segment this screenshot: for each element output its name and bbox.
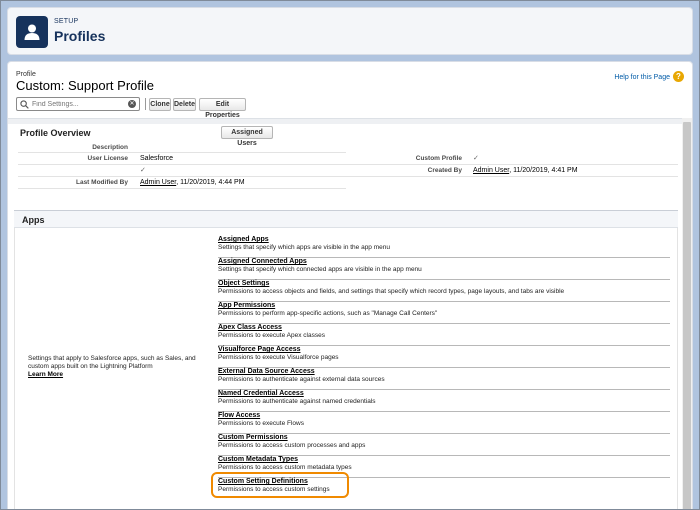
section-divider (8, 118, 692, 124)
app-setting-custom-permissions: Custom Permissions Permissions to access… (218, 434, 670, 456)
window-frame: SETUP Profiles Profile Custom: Support P… (0, 0, 700, 510)
app-setting-link[interactable]: Assigned Apps (218, 236, 269, 243)
app-setting-link[interactable]: Named Credential Access (218, 390, 304, 397)
app-setting-desc: Settings that specify which connected ap… (218, 266, 422, 273)
search-icon (20, 100, 29, 109)
app-setting-desc: Permissions to access custom metadata ty… (218, 464, 352, 471)
app-setting-desc: Permissions to execute Flows (218, 420, 304, 427)
setup-header: SETUP Profiles (7, 7, 693, 55)
app-setting-link[interactable]: Custom Metadata Types (218, 456, 298, 463)
app-setting-link[interactable]: Apex Class Access (218, 324, 282, 331)
license-checkmark-icon: ✓ (140, 167, 146, 174)
page-title: Custom: Support Profile (16, 78, 155, 93)
app-setting-external-data-source-access: External Data Source Access Permissions … (218, 368, 670, 390)
app-setting-flow-access: Flow Access Permissions to execute Flows (218, 412, 670, 434)
app-setting-visualforce-page-access: Visualforce Page Access Permissions to e… (218, 346, 670, 368)
edit-properties-button[interactable]: Edit Properties (199, 98, 246, 119)
help-icon[interactable]: ? (673, 71, 684, 82)
setup-title: Profiles (54, 28, 106, 44)
app-setting-named-credential-access: Named Credential Access Permissions to a… (218, 390, 670, 412)
app-setting-desc: Settings that specify which apps are vis… (218, 244, 390, 251)
apps-description-text: Settings that apply to Salesforce apps, … (28, 355, 196, 370)
app-setting-desc: Permissions to perform app-specific acti… (218, 310, 438, 317)
last-modified-date: , 11/20/2019, 4:44 PM (176, 179, 245, 186)
user-license-label: User License (87, 155, 128, 162)
apps-title: Apps (22, 215, 45, 225)
app-setting-desc: Permissions to execute Apex classes (218, 332, 325, 339)
app-setting-link[interactable]: Flow Access (218, 412, 260, 419)
clone-button[interactable]: Clone (149, 98, 171, 111)
created-by-value: Admin User, 11/20/2019, 4:41 PM (473, 167, 578, 174)
created-by-user-link[interactable]: Admin User (473, 167, 509, 174)
row-divider (18, 152, 346, 153)
app-setting-assigned-connected-apps: Assigned Connected Apps Settings that sp… (218, 258, 670, 280)
custom-profile-checkmark-icon: ✓ (473, 155, 479, 162)
app-setting-desc: Permissions to access objects and fields… (218, 288, 565, 295)
app-setting-desc: Permissions to authenticate against exte… (218, 376, 385, 383)
app-setting-link[interactable]: Custom Permissions (218, 434, 288, 441)
last-modified-value: Admin User, 11/20/2019, 4:44 PM (140, 179, 245, 186)
learn-more-link[interactable]: Learn More (28, 371, 208, 379)
app-setting-desc: Permissions to access custom processes a… (218, 442, 366, 449)
scrollbar-thumb[interactable] (683, 122, 691, 509)
app-setting-app-permissions: App Permissions Permissions to perform a… (218, 302, 670, 324)
delete-button[interactable]: Delete (173, 98, 196, 111)
app-setting-object-settings: Object Settings Permissions to access ob… (218, 280, 670, 302)
user-license-value: Salesforce (140, 155, 174, 162)
apps-section-header: Apps (14, 210, 678, 228)
find-settings-box: ✕ (16, 97, 140, 111)
row-divider (18, 188, 346, 189)
help-link[interactable]: Help for this Page (614, 74, 670, 81)
profile-overview-title: Profile Overview (20, 128, 91, 138)
app-setting-link[interactable]: App Permissions (218, 302, 275, 309)
description-label: Description (92, 144, 128, 151)
clear-search-icon[interactable]: ✕ (128, 100, 136, 108)
app-setting-link[interactable]: Visualforce Page Access (218, 346, 301, 353)
app-setting-desc: Permissions to execute Visualforce pages (218, 354, 339, 361)
toolbar-separator (145, 98, 146, 110)
assigned-users-button[interactable]: Assigned Users (221, 126, 273, 147)
callout-highlight (211, 472, 349, 498)
app-setting-link[interactable]: External Data Source Access (218, 368, 315, 375)
app-setting-apex-class-access: Apex Class Access Permissions to execute… (218, 324, 670, 346)
profile-icon (16, 16, 48, 48)
app-setting-desc: Permissions to authenticate against name… (218, 398, 376, 405)
app-setting-assigned-apps: Assigned Apps Settings that specify whic… (218, 236, 670, 258)
app-setting-link[interactable]: Object Settings (218, 280, 269, 287)
created-by-label: Created By (427, 167, 462, 174)
row-divider (18, 164, 678, 165)
row-divider (18, 176, 678, 177)
apps-description: Settings that apply to Salesforce apps, … (28, 355, 208, 379)
app-setting-link[interactable]: Assigned Connected Apps (218, 258, 307, 265)
last-modified-label: Last Modified By (75, 179, 128, 186)
last-modified-user-link[interactable]: Admin User (140, 179, 176, 186)
created-by-date: , 11/20/2019, 4:41 PM (509, 167, 578, 174)
setup-eyebrow: SETUP (54, 18, 79, 25)
custom-profile-label: Custom Profile (415, 155, 462, 162)
find-settings-input[interactable] (32, 99, 126, 110)
breadcrumb: Profile (16, 71, 36, 78)
profile-panel: Profile Custom: Support Profile Help for… (7, 61, 693, 509)
